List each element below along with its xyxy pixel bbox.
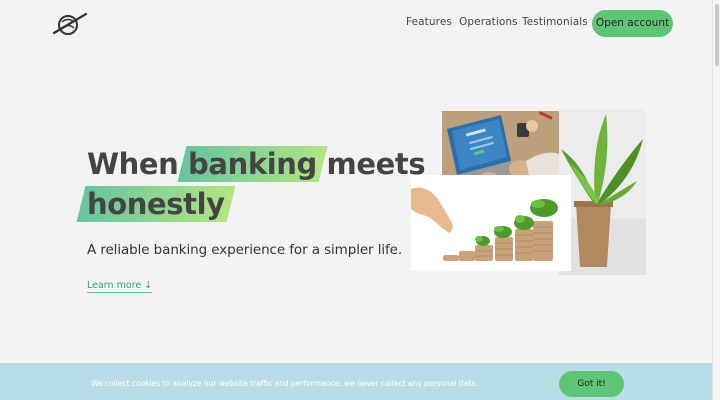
hero-title-text-2: meets bbox=[316, 147, 426, 181]
learn-more-link[interactable]: Learn more ↓ bbox=[87, 280, 153, 293]
hero-title-text: When bbox=[87, 147, 189, 181]
hero-highlight-honestly: honestly bbox=[76, 184, 236, 224]
hero-illustration bbox=[411, 109, 646, 275]
nav-link-operations[interactable]: Operations bbox=[459, 16, 518, 28]
cookie-banner: We collect cookies to analyze our websit… bbox=[0, 363, 712, 400]
hero-subtitle: A reliable banking experience for a simp… bbox=[87, 242, 403, 258]
hero-highlight-honestly-text: honestly bbox=[87, 187, 225, 221]
top-navigation: Features Operations Testimonials Open ac… bbox=[0, 0, 712, 48]
open-account-button[interactable]: Open account bbox=[592, 10, 673, 37]
hero-title: When banking meets honestly bbox=[76, 144, 426, 224]
nav-link-testimonials[interactable]: Testimonials bbox=[522, 16, 588, 28]
nav-link-features[interactable]: Features bbox=[406, 16, 452, 28]
cookie-message: We collect cookies to analyze our websit… bbox=[91, 379, 479, 388]
scrollbar-thumb[interactable] bbox=[715, 4, 719, 66]
hero-highlight-banking-text: banking bbox=[188, 147, 317, 181]
page-scrollbar[interactable] bbox=[712, 0, 720, 400]
hero-highlight-banking: banking bbox=[177, 144, 328, 184]
logo-icon[interactable] bbox=[52, 11, 88, 37]
cookie-accept-button[interactable]: Got it! bbox=[559, 371, 624, 397]
